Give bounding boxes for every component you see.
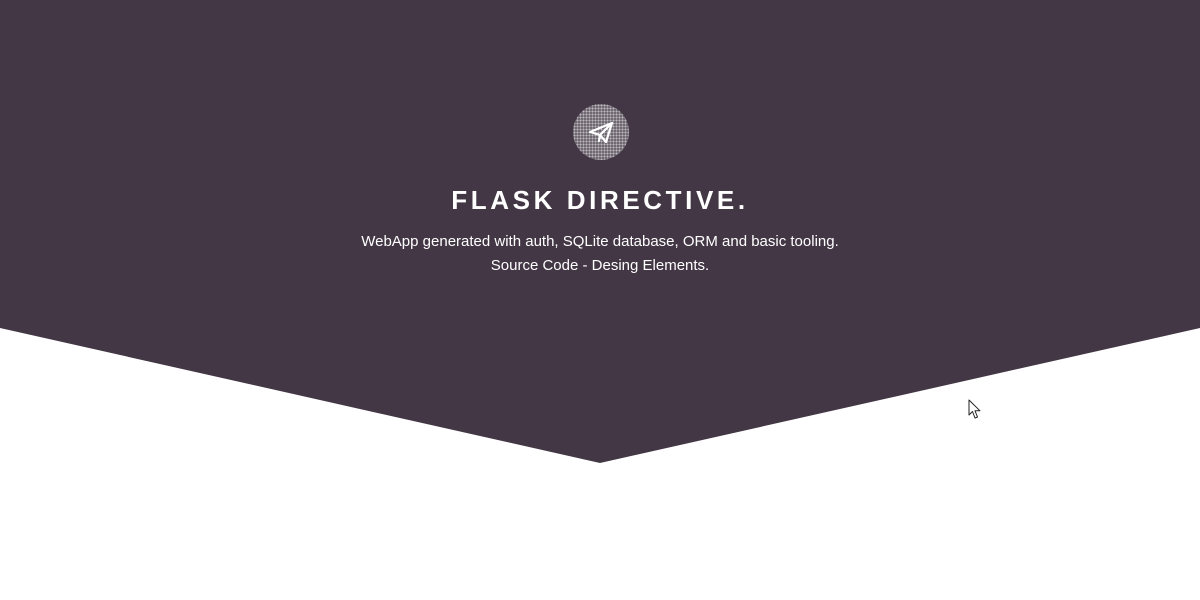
- logo-link[interactable]: [573, 104, 629, 160]
- landing-page: FLASK DIRECTIVE. WebApp generated with a…: [0, 0, 1200, 600]
- banner-background: [0, 0, 1200, 463]
- paper-plane-icon: [587, 118, 615, 146]
- site-description: WebApp generated with auth, SQLite datab…: [0, 230, 1200, 278]
- description-line-1: WebApp generated with auth, SQLite datab…: [361, 233, 839, 250]
- description-line-2: Source Code - Desing Elements.: [490, 257, 710, 274]
- site-title: FLASK DIRECTIVE.: [451, 185, 749, 215]
